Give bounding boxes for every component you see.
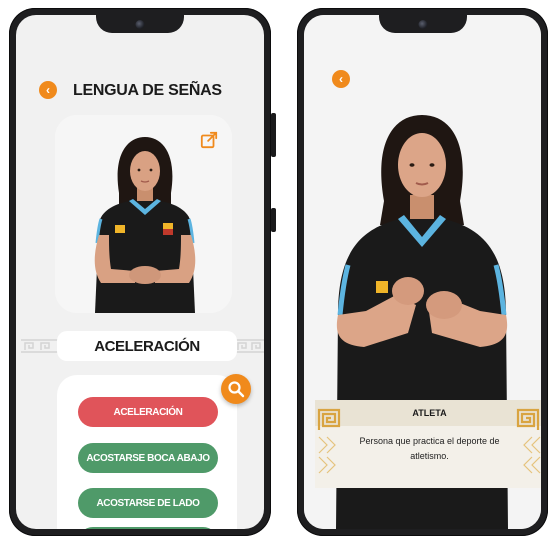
word-item-label: ACOSTARSE BOCA ABAJO	[86, 452, 210, 464]
word-item-label: ACELERACIÓN	[113, 406, 183, 418]
caption-title: ATLETA	[412, 408, 447, 418]
word-item[interactable]: ACOSTARSE BOCA ABAJO	[78, 443, 218, 473]
sign-caption-card: ATLETA Persona que practica el deporte d…	[315, 400, 541, 488]
search-button[interactable]	[221, 374, 251, 404]
back-button[interactable]: ‹	[332, 70, 350, 88]
open-external-icon[interactable]	[200, 131, 218, 149]
word-item[interactable]: ACOSTARSE DE LADO	[78, 488, 218, 518]
left-phone-screen: ‹ LENGUA DE SEÑAS ACELERACIÓN ACELERACIÓ…	[16, 15, 264, 529]
sign-video-card[interactable]	[55, 115, 232, 313]
phone-notch	[378, 15, 467, 33]
right-phone-screen: ‹ ATLETA Persona que practica el deporte…	[304, 15, 541, 529]
search-icon	[228, 381, 245, 398]
left-phone-frame: ‹ LENGUA DE SEÑAS ACELERACIÓN ACELERACIÓ…	[9, 8, 276, 536]
front-camera-icon	[135, 20, 145, 29]
word-item-label: ACOSTARSE DE LADO	[96, 497, 200, 509]
word-item-selected[interactable]: ACELERACIÓN	[78, 397, 218, 427]
current-word-label: ACELERACIÓN	[94, 337, 200, 355]
caption-pattern-right	[523, 436, 541, 474]
back-button[interactable]: ‹	[39, 81, 57, 99]
right-phone-frame: ‹ ATLETA Persona que practica el deporte…	[297, 8, 548, 536]
phone-notch	[96, 15, 184, 33]
front-camera-icon	[418, 20, 427, 29]
greek-key-ornament-left	[317, 408, 341, 430]
volume-button	[271, 113, 276, 157]
greek-key-ornament-right	[516, 408, 540, 430]
greek-key-border-right	[234, 339, 264, 353]
word-item[interactable]	[78, 527, 218, 529]
current-word-banner: ACELERACIÓN	[57, 331, 237, 361]
greek-key-border-left	[21, 339, 59, 353]
caption-description: Persona que practica el deporte de atlet…	[359, 436, 500, 461]
caption-header: ATLETA	[315, 400, 541, 426]
page-title: LENGUA DE SEÑAS	[73, 82, 222, 99]
power-button	[271, 208, 276, 232]
caption-pattern-left	[318, 436, 336, 474]
